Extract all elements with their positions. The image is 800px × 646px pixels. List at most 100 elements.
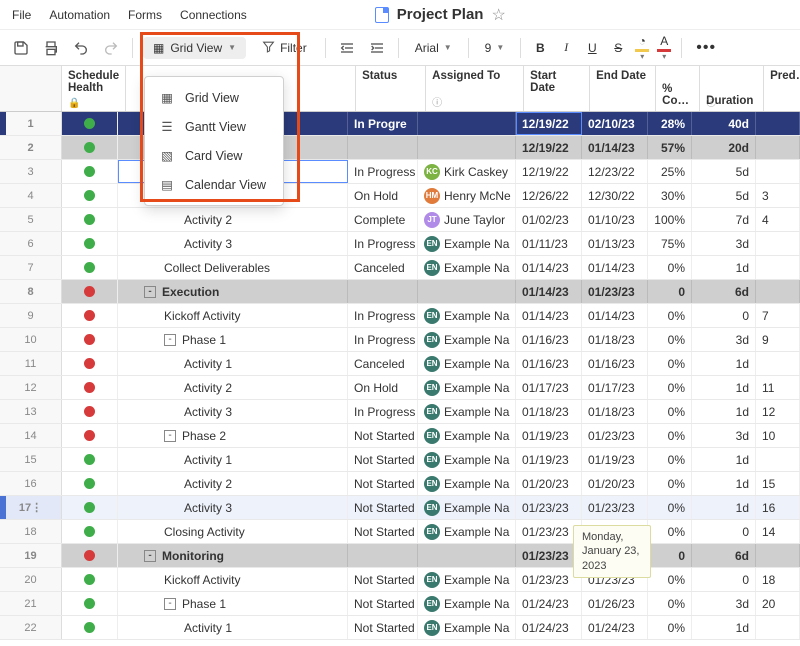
end-date-cell[interactable]: 02/10/23 [582, 112, 648, 135]
status-cell[interactable]: Not Started [348, 592, 418, 615]
table-row[interactable]: 18Closing ActivityNot StartedENExample N… [0, 520, 800, 544]
health-cell[interactable] [62, 112, 118, 135]
predecessor-cell[interactable] [756, 616, 800, 639]
predecessor-cell[interactable] [756, 232, 800, 255]
table-row[interactable]: 15Activity 1Not StartedENExample Na01/19… [0, 448, 800, 472]
percent-cell[interactable]: 0 [648, 544, 692, 567]
percent-cell[interactable]: 100% [648, 208, 692, 231]
assigned-cell[interactable]: ENExample Na [418, 472, 516, 495]
assigned-cell[interactable]: ENExample Na [418, 376, 516, 399]
predecessor-cell[interactable]: 3 [756, 184, 800, 207]
percent-cell[interactable]: 25% [648, 160, 692, 183]
assigned-cell[interactable] [418, 136, 516, 159]
duration-cell[interactable]: 3d [692, 424, 756, 447]
assigned-cell[interactable] [418, 280, 516, 303]
duration-cell[interactable]: 5d [692, 184, 756, 207]
start-date-cell[interactable]: 01/11/23 [516, 232, 582, 255]
percent-cell[interactable]: 0% [648, 520, 692, 543]
table-row[interactable]: 20Kickoff ActivityNot StartedENExample N… [0, 568, 800, 592]
row-number[interactable]: 5 [0, 208, 62, 231]
print-icon[interactable] [40, 37, 62, 59]
outdent-icon[interactable] [336, 37, 358, 59]
table-row[interactable]: 19-Monitoring01/23/2306d [0, 544, 800, 568]
table-row[interactable]: 17 ⋮Activity 3Not StartedENExample Na01/… [0, 496, 800, 520]
font-color-button[interactable]: A ▾ [657, 34, 671, 61]
status-cell[interactable]: On Hold [348, 376, 418, 399]
predecessor-cell[interactable] [756, 256, 800, 279]
menu-forms[interactable]: Forms [128, 8, 162, 22]
task-name-cell[interactable]: Activity 1 [118, 616, 348, 639]
task-name-cell[interactable]: -Monitoring [118, 544, 348, 567]
favorite-star-icon[interactable]: ☆ [491, 5, 505, 25]
task-name-cell[interactable]: Activity 1 [118, 352, 348, 375]
task-name-cell[interactable]: Activity 3 [118, 496, 348, 519]
end-date-cell[interactable]: 01/16/23 [582, 352, 648, 375]
percent-cell[interactable]: 0% [648, 424, 692, 447]
duration-cell[interactable]: 6d [692, 544, 756, 567]
col-status[interactable]: Status [356, 66, 426, 111]
status-cell[interactable]: Not Started [348, 448, 418, 471]
end-date-cell[interactable]: 01/24/23 [582, 616, 648, 639]
duration-cell[interactable]: 1d [692, 472, 756, 495]
predecessor-cell[interactable] [756, 112, 800, 135]
view-switcher-button[interactable]: ▦ Grid View ▼ [143, 37, 246, 59]
health-cell[interactable] [62, 184, 118, 207]
status-cell[interactable]: In Progress [348, 304, 418, 327]
start-date-cell[interactable]: 01/19/23 [516, 448, 582, 471]
health-cell[interactable] [62, 304, 118, 327]
view-option-calendar[interactable]: ▤Calendar View [145, 170, 283, 199]
percent-cell[interactable]: 0% [648, 328, 692, 351]
task-name-cell[interactable]: Closing Activity [118, 520, 348, 543]
predecessor-cell[interactable]: 15 [756, 472, 800, 495]
assigned-cell[interactable]: HMHenry McNe [418, 184, 516, 207]
col-assigned[interactable]: Assigned Toⓘ [426, 66, 524, 111]
assigned-cell[interactable]: ENExample Na [418, 616, 516, 639]
duration-cell[interactable]: 7d [692, 208, 756, 231]
status-cell[interactable] [348, 280, 418, 303]
health-cell[interactable] [62, 256, 118, 279]
health-cell[interactable] [62, 448, 118, 471]
row-number[interactable]: 13 [0, 400, 62, 423]
table-row[interactable]: 8-Execution01/14/2301/23/2306d [0, 280, 800, 304]
predecessor-cell[interactable] [756, 160, 800, 183]
duration-cell[interactable]: 20d [692, 136, 756, 159]
predecessor-cell[interactable]: 20 [756, 592, 800, 615]
percent-cell[interactable]: 30% [648, 184, 692, 207]
predecessor-cell[interactable]: 10 [756, 424, 800, 447]
end-date-cell[interactable]: 01/19/23 [582, 448, 648, 471]
end-date-cell[interactable]: 01/13/23 [582, 232, 648, 255]
col-end[interactable]: End Date [590, 66, 656, 111]
table-row[interactable]: 14-Phase 2Not StartedENExample Na01/19/2… [0, 424, 800, 448]
more-toolbar-button[interactable]: ••• [692, 39, 720, 57]
font-size-selector[interactable]: 9▼ [479, 39, 511, 57]
row-number[interactable]: 21 [0, 592, 62, 615]
col-pred[interactable]: Pred… [764, 66, 800, 111]
percent-cell[interactable]: 0% [648, 496, 692, 519]
assigned-cell[interactable]: ENExample Na [418, 352, 516, 375]
row-number[interactable]: 14 [0, 424, 62, 447]
duration-cell[interactable]: 40d [692, 112, 756, 135]
table-row[interactable]: 13Activity 3In ProgressENExample Na01/18… [0, 400, 800, 424]
health-cell[interactable] [62, 136, 118, 159]
assigned-cell[interactable]: ENExample Na [418, 424, 516, 447]
health-cell[interactable] [62, 208, 118, 231]
task-name-cell[interactable]: Activity 1 [118, 448, 348, 471]
percent-cell[interactable]: 0% [648, 376, 692, 399]
row-number[interactable]: 20 [0, 568, 62, 591]
percent-cell[interactable]: 0% [648, 568, 692, 591]
status-cell[interactable]: Not Started [348, 520, 418, 543]
predecessor-cell[interactable]: 7 [756, 304, 800, 327]
start-date-cell[interactable]: 12/19/22 [516, 136, 582, 159]
duration-cell[interactable]: 0 [692, 520, 756, 543]
health-cell[interactable] [62, 568, 118, 591]
row-number[interactable]: 2 [0, 136, 62, 159]
percent-cell[interactable]: 0% [648, 304, 692, 327]
percent-cell[interactable]: 57% [648, 136, 692, 159]
percent-cell[interactable]: 0% [648, 256, 692, 279]
table-row[interactable]: 5Activity 2CompleteJTJune Taylor01/02/23… [0, 208, 800, 232]
end-date-cell[interactable]: 01/18/23 [582, 400, 648, 423]
end-date-cell[interactable]: 01/23/23 [582, 424, 648, 447]
status-cell[interactable]: In Progre [348, 112, 418, 135]
status-cell[interactable] [348, 544, 418, 567]
start-date-cell[interactable]: 01/16/23 [516, 352, 582, 375]
